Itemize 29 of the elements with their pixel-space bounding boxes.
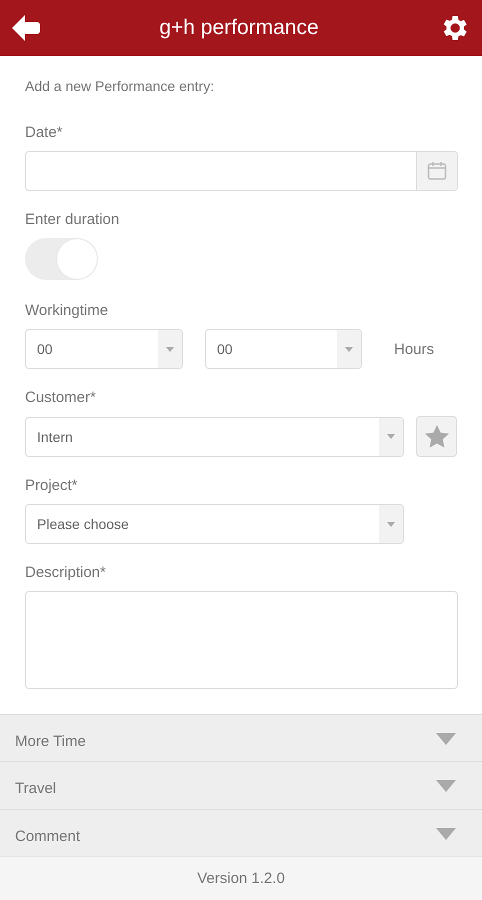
back-arrow-icon <box>12 15 40 41</box>
favorite-button[interactable] <box>416 416 457 457</box>
calendar-icon <box>427 161 447 181</box>
version-text: Version 1.2.0 <box>197 870 285 887</box>
workingtime-label: Workingtime <box>25 302 110 319</box>
hours-select[interactable]: 00 <box>25 329 183 369</box>
caret-icon <box>387 434 395 439</box>
minutes-select[interactable]: 00 <box>205 329 362 369</box>
date-field[interactable] <box>25 151 458 191</box>
customer-select[interactable]: Intern <box>25 416 404 456</box>
section-header[interactable]: Comment <box>0 808 482 856</box>
back-button[interactable] <box>12 15 40 41</box>
duration-toggle[interactable] <box>25 238 98 280</box>
date-label: Date* <box>25 124 64 141</box>
project-select[interactable]: Please choose <box>25 504 404 544</box>
hours-unit: Hours <box>394 340 434 358</box>
caret-icon <box>345 346 353 352</box>
form-intro: Add a new Performance entry: <box>25 78 216 94</box>
project-label: Project* <box>25 477 79 494</box>
caret-icon <box>166 346 174 352</box>
customer-label: Customer* <box>25 389 97 406</box>
section-header[interactable]: More Time <box>0 714 482 762</box>
section-header[interactable]: Travel <box>0 761 482 809</box>
star-icon <box>424 425 448 448</box>
caret-icon <box>387 522 395 526</box>
duration-label: Enter duration <box>25 211 120 228</box>
app-title: g+h performance <box>159 16 319 40</box>
description-label: Description* <box>25 564 107 581</box>
description-field[interactable] <box>25 591 458 689</box>
